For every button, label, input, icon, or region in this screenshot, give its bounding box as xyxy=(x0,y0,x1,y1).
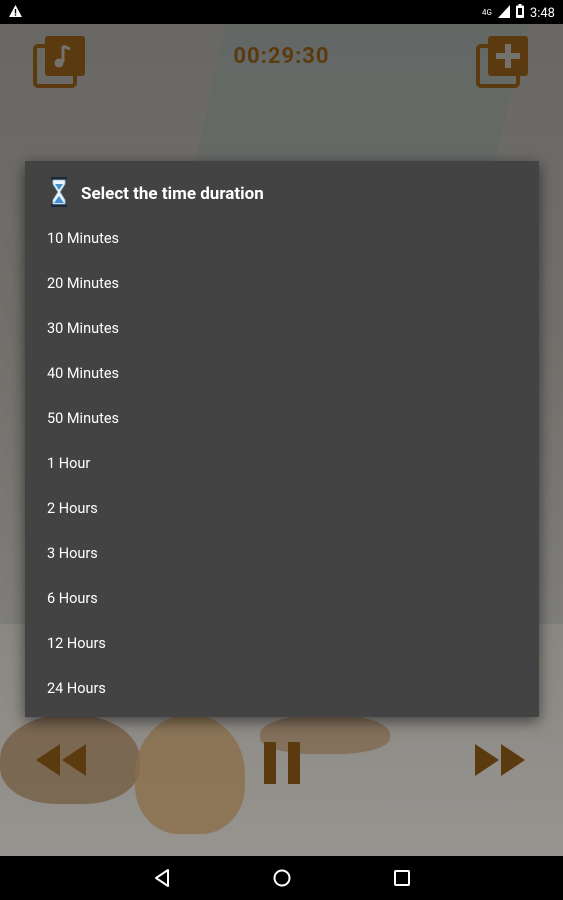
option-3-hours[interactable]: 3 Hours xyxy=(47,533,517,573)
option-50-minutes[interactable]: 50 Minutes xyxy=(47,398,517,438)
battery-icon xyxy=(515,4,524,22)
status-time: 3:48 xyxy=(529,5,555,21)
signal-icon xyxy=(497,4,510,22)
dialog-title-text: Select the time duration xyxy=(81,184,264,204)
option-12-hours[interactable]: 12 Hours xyxy=(47,623,517,663)
recents-icon[interactable] xyxy=(392,868,412,888)
back-icon[interactable] xyxy=(152,868,172,888)
navigation-bar xyxy=(0,856,563,900)
option-40-minutes[interactable]: 40 Minutes xyxy=(47,353,517,393)
option-1-hour[interactable]: 1 Hour xyxy=(47,443,517,483)
option-6-hours[interactable]: 6 Hours xyxy=(47,578,517,618)
dialog-title: Select the time duration xyxy=(49,176,264,212)
warning-icon xyxy=(8,4,23,22)
status-bar: 4G 3:48 xyxy=(0,0,563,24)
hourglass-icon xyxy=(49,176,69,212)
option-2-hours[interactable]: 2 Hours xyxy=(47,488,517,528)
option-30-minutes[interactable]: 30 Minutes xyxy=(47,308,517,348)
duration-dialog: Select the time duration 10 Minutes 20 M… xyxy=(25,161,539,717)
option-24-hours[interactable]: 24 Hours xyxy=(47,668,517,708)
network-type: 4G xyxy=(481,8,492,17)
option-20-minutes[interactable]: 20 Minutes xyxy=(47,263,517,303)
home-icon[interactable] xyxy=(272,868,292,888)
option-10-minutes[interactable]: 10 Minutes xyxy=(47,218,517,258)
